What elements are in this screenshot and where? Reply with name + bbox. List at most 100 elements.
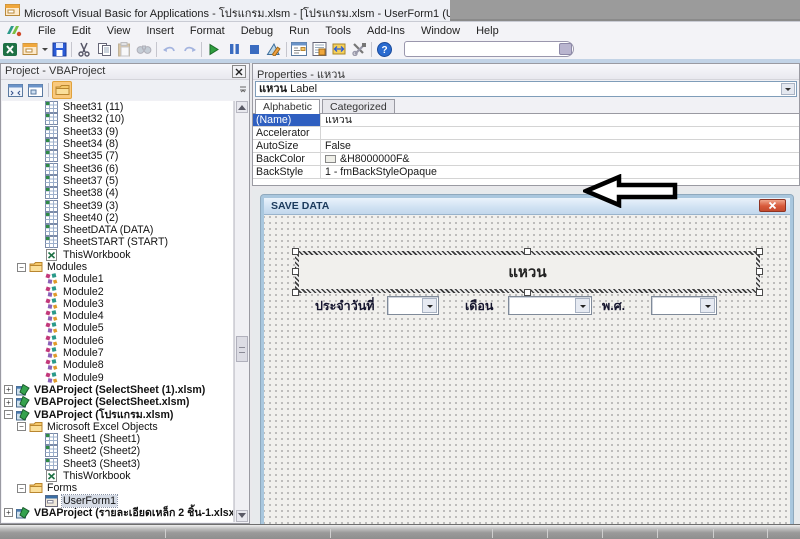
tree-item-sheet38-4[interactable]: Sheet38 (4): [2, 187, 233, 199]
property-value[interactable]: False: [321, 140, 799, 152]
tree-item-sheet33-9[interactable]: Sheet33 (9): [2, 126, 233, 138]
toolbar-overflow-icon[interactable]: [239, 85, 247, 93]
tree-item-sheet34-8[interactable]: Sheet34 (8): [2, 138, 233, 150]
resize-handle[interactable]: [756, 248, 763, 255]
userform-client-area[interactable]: แหวน ประจำวันที่ เดือน พ.ศ.: [264, 216, 790, 524]
combobox-0[interactable]: [387, 296, 439, 315]
menu-insert[interactable]: Insert: [138, 24, 182, 38]
collapse-icon[interactable]: −: [4, 410, 13, 419]
property-row-name[interactable]: (Name)แหวน: [253, 114, 799, 127]
undo-icon[interactable]: [159, 40, 179, 58]
tree-item-sheetdata-data[interactable]: SheetDATA (DATA): [2, 224, 233, 236]
menu-edit[interactable]: Edit: [64, 24, 99, 38]
property-row-backcolor[interactable]: BackColor&H8000000F&: [253, 153, 799, 166]
tab-categorized[interactable]: Categorized: [322, 99, 395, 114]
excel-icon[interactable]: [0, 40, 20, 58]
copy-icon[interactable]: [94, 40, 114, 58]
view-object-icon[interactable]: [25, 81, 45, 99]
selected-label-control[interactable]: แหวน: [295, 251, 760, 293]
chevron-down-icon[interactable]: [781, 83, 795, 95]
chevron-down-icon[interactable]: [40, 40, 49, 58]
property-name[interactable]: Accelerator: [253, 127, 321, 139]
menu-run[interactable]: Run: [281, 24, 317, 38]
property-value[interactable]: &H8000000F&: [321, 153, 799, 165]
chevron-down-icon[interactable]: [575, 298, 590, 313]
tree-item-vbaproject-โปรแกรม-xlsm[interactable]: −VBAProject (โปรแกรม.xlsm): [2, 408, 233, 420]
tree-item-module7[interactable]: Module7: [2, 347, 233, 359]
tree-item-module3[interactable]: Module3: [2, 298, 233, 310]
menu-help[interactable]: Help: [468, 24, 507, 38]
find-icon[interactable]: [134, 40, 154, 58]
project-panel-header[interactable]: Project - VBAProject: [1, 64, 249, 80]
userform-window[interactable]: SAVE DATA แหวน ประจำวันที่เดือน: [261, 195, 793, 524]
resize-handle[interactable]: [292, 248, 299, 255]
tree-item-module2[interactable]: Module2: [2, 285, 233, 297]
properties-window-icon[interactable]: [309, 40, 329, 58]
tree-item-module9[interactable]: Module9: [2, 372, 233, 384]
property-row-accelerator[interactable]: Accelerator: [253, 127, 799, 140]
tree-item-module5[interactable]: Module5: [2, 322, 233, 334]
combobox-2[interactable]: [651, 296, 717, 315]
properties-panel-header[interactable]: Properties - แหวน: [253, 64, 799, 80]
resize-handle[interactable]: [292, 289, 299, 296]
design-mode-icon[interactable]: [264, 40, 284, 58]
scroll-down-icon[interactable]: [236, 510, 248, 522]
tree-item-thisworkbook[interactable]: ThisWorkbook: [2, 249, 233, 261]
tree-item-sheet3-sheet3[interactable]: Sheet3 (Sheet3): [2, 458, 233, 470]
collapse-icon[interactable]: −: [17, 263, 26, 272]
paste-icon[interactable]: [114, 40, 134, 58]
tree-item-sheet1-sheet1[interactable]: Sheet1 (Sheet1): [2, 433, 233, 445]
property-value[interactable]: [321, 127, 799, 139]
menu-view[interactable]: View: [99, 24, 139, 38]
toggle-folders-icon[interactable]: [52, 81, 72, 99]
tree-item-module4[interactable]: Module4: [2, 310, 233, 322]
property-name[interactable]: AutoSize: [253, 140, 321, 152]
scroll-up-icon[interactable]: [236, 101, 248, 113]
menu-format[interactable]: Format: [182, 24, 233, 38]
insert-userform-icon[interactable]: [20, 40, 40, 58]
tree-item-microsoft-excel-objects[interactable]: −Microsoft Excel Objects: [2, 421, 233, 433]
project-tree-scrollbar[interactable]: [234, 101, 248, 522]
collapse-icon[interactable]: −: [17, 484, 26, 493]
object-selector-combo[interactable]: แหวน Label: [255, 81, 797, 97]
tree-item-module6[interactable]: Module6: [2, 335, 233, 347]
tree-item-sheet37-5[interactable]: Sheet37 (5): [2, 175, 233, 187]
combobox-1[interactable]: [508, 296, 592, 315]
property-row-autosize[interactable]: AutoSizeFalse: [253, 140, 799, 153]
pause-icon[interactable]: [224, 40, 244, 58]
property-name[interactable]: (Name): [253, 114, 321, 126]
property-value[interactable]: แหวน: [321, 114, 799, 126]
project-explorer-icon[interactable]: [289, 40, 309, 58]
resize-handle[interactable]: [524, 289, 531, 296]
property-row-backstyle[interactable]: BackStyle1 - fmBackStyleOpaque: [253, 166, 799, 179]
property-name[interactable]: BackColor: [253, 153, 321, 165]
tree-item-thisworkbook[interactable]: ThisWorkbook: [2, 470, 233, 482]
tree-item-sheet40-2[interactable]: Sheet40 (2): [2, 212, 233, 224]
tab-alphabetic[interactable]: Alphabetic: [255, 99, 320, 114]
object-browser-icon[interactable]: [329, 40, 349, 58]
property-name[interactable]: BackStyle: [253, 166, 321, 178]
stop-icon[interactable]: [244, 40, 264, 58]
menu-window[interactable]: Window: [413, 24, 468, 38]
tree-item-vbaproject-รายละเอียดเหล็ก-2-ชิ้น-1-xlsx[interactable]: +VBAProject (รายละเอียดเหล็ก 2 ชิ้น-1.xl…: [2, 507, 233, 519]
collapse-icon[interactable]: −: [17, 422, 26, 431]
tree-item-sheet32-10[interactable]: Sheet32 (10): [2, 113, 233, 125]
redo-icon[interactable]: [179, 40, 199, 58]
tree-item-module1[interactable]: Module1: [2, 273, 233, 285]
resize-handle[interactable]: [524, 248, 531, 255]
scrollbar-thumb[interactable]: [236, 336, 248, 362]
run-icon[interactable]: [204, 40, 224, 58]
tree-item-forms[interactable]: −Forms: [2, 482, 233, 494]
field-label-1[interactable]: เดือน: [465, 296, 493, 316]
tree-item-modules[interactable]: −Modules: [2, 261, 233, 273]
menu-addins[interactable]: Add-Ins: [359, 24, 413, 38]
menu-debug[interactable]: Debug: [233, 24, 281, 38]
close-icon[interactable]: [232, 65, 246, 78]
chevron-down-icon[interactable]: [700, 298, 715, 313]
field-label-2[interactable]: พ.ศ.: [602, 296, 625, 316]
tree-item-sheet36-6[interactable]: Sheet36 (6): [2, 162, 233, 174]
userform-close-icon[interactable]: [759, 199, 786, 212]
tree-item-sheetstart-start[interactable]: SheetSTART (START): [2, 236, 233, 248]
tree-item-sheet2-sheet2[interactable]: Sheet2 (Sheet2): [2, 445, 233, 457]
field-label-0[interactable]: ประจำวันที่: [315, 296, 375, 316]
